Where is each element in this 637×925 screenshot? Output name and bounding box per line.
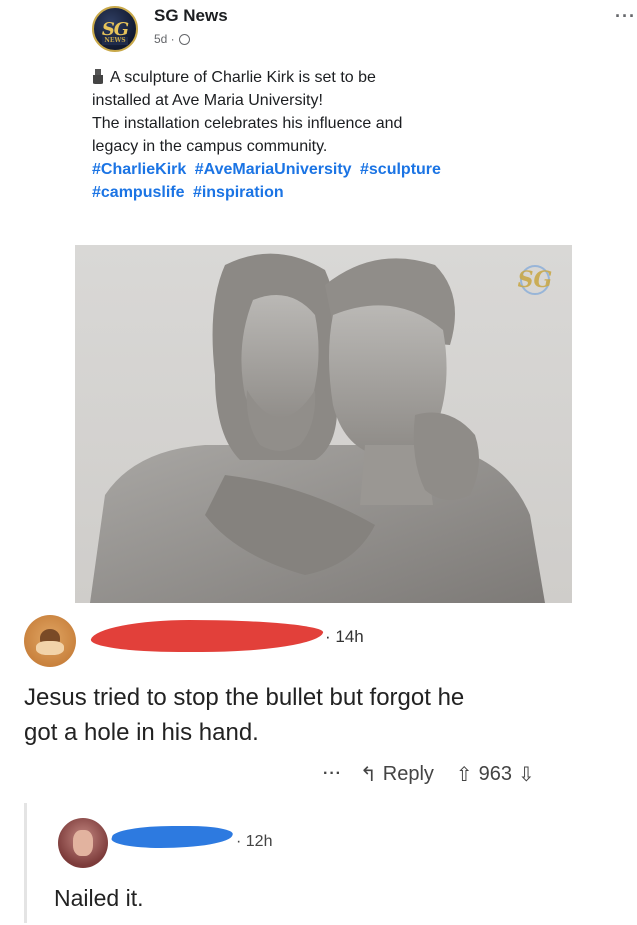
vote-count: 963 <box>478 762 513 785</box>
comment-body-line: Jesus tried to stop the bullet but forgo… <box>24 684 465 711</box>
post-image[interactable]: SG <box>75 245 572 603</box>
hashtag-link[interactable]: #inspiration <box>193 184 284 201</box>
globe-icon <box>178 33 190 45</box>
thread-line[interactable] <box>24 803 27 923</box>
upvote-icon[interactable]: ⇧ <box>456 762 473 787</box>
redacted-username <box>86 620 328 652</box>
hashtag-link[interactable]: #AveMariaUniversity <box>195 161 352 178</box>
post-text-line: installed at Ave Maria University! <box>92 92 323 109</box>
reply-body: Nailed it. <box>54 885 144 911</box>
post-header: SG NEWS SG News 5d · ··· <box>92 2 635 52</box>
comment-body: Jesus tried to stop the bullet but forgo… <box>24 680 614 750</box>
sculpture-illustration <box>90 253 545 603</box>
reply-arrow-icon: ↰ <box>359 763 377 786</box>
page-name[interactable]: SG News <box>154 6 228 26</box>
post-meta: 5d · <box>154 32 190 46</box>
reply-avatar[interactable] <box>58 818 108 868</box>
post-text-line: legacy in the campus community. <box>92 138 328 155</box>
more-options-button[interactable]: ··· <box>615 6 636 27</box>
post-text-line: The installation celebrates his influenc… <box>92 115 403 132</box>
post-text: A sculpture of Charlie Kirk is set to be… <box>92 66 562 204</box>
page-avatar[interactable]: SG NEWS <box>92 6 138 52</box>
hashtag-link[interactable]: #sculpture <box>360 161 441 178</box>
statue-icon <box>92 69 104 84</box>
comment-time: · 14h <box>325 627 364 646</box>
hashtags-row: #CharlieKirk #AveMariaUniversity #sculpt… <box>92 158 562 181</box>
watermark-logo: SG <box>517 267 553 293</box>
comment-actions: ··· ↰ Reply ⇧ 963 ⇩ <box>323 758 535 790</box>
avatar-logo-subtext: NEWS <box>102 37 128 45</box>
reply-button[interactable]: ↰ Reply <box>360 762 434 787</box>
hashtags-row: #campuslife #inspiration <box>92 181 562 204</box>
reply-label: Reply <box>382 762 434 785</box>
reply-time: · 12h <box>236 833 273 850</box>
comment-body-line: got a hole in his hand. <box>24 719 259 746</box>
commenter-avatar[interactable] <box>24 615 76 667</box>
vote-controls: ⇧ 963 ⇩ <box>456 762 535 787</box>
downvote-icon[interactable]: ⇩ <box>518 762 535 787</box>
hashtag-link[interactable]: #campuslife <box>92 184 184 201</box>
post-time[interactable]: 5d · <box>154 32 175 46</box>
redacted-username <box>109 826 235 848</box>
hashtag-link[interactable]: #CharlieKirk <box>92 161 186 178</box>
post-text-line: A sculpture of Charlie Kirk is set to be <box>92 66 562 89</box>
more-options-icon[interactable]: ··· <box>323 765 342 783</box>
